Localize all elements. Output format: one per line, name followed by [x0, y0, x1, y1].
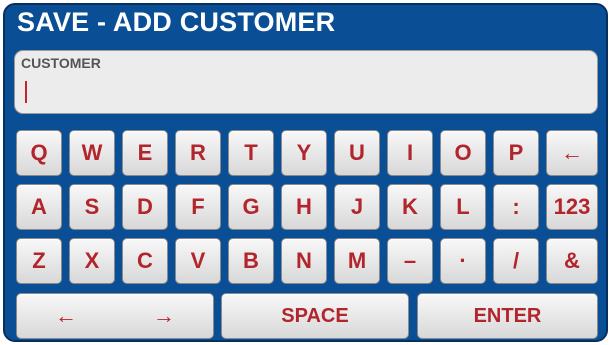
key-slash[interactable]: / — [493, 238, 539, 284]
key-b[interactable]: B — [228, 238, 274, 284]
key-q[interactable]: Q — [16, 130, 62, 176]
key-v[interactable]: V — [175, 238, 221, 284]
key-g[interactable]: G — [228, 184, 274, 230]
key-u[interactable]: U — [334, 130, 380, 176]
space-key[interactable]: SPACE — [221, 293, 409, 339]
key-colon[interactable]: : — [493, 184, 539, 230]
customer-input[interactable]: CUSTOMER — [14, 50, 598, 114]
key-k[interactable]: K — [387, 184, 433, 230]
key-l[interactable]: L — [440, 184, 486, 230]
cursor-right-button[interactable]: → — [153, 303, 175, 329]
key-z[interactable]: Z — [16, 238, 62, 284]
key-ampersand[interactable]: & — [546, 238, 598, 284]
enter-key[interactable]: ENTER — [417, 293, 598, 339]
key-period[interactable]: · — [440, 238, 486, 284]
dialog-title: SAVE - ADD CUSTOMER — [17, 7, 336, 37]
key-dash[interactable]: – — [387, 238, 433, 284]
key-h[interactable]: H — [281, 184, 327, 230]
text-caret — [25, 81, 27, 103]
key-w[interactable]: W — [69, 130, 115, 176]
key-o[interactable]: O — [440, 130, 486, 176]
keyboard-dialog: SAVE - ADD CUSTOMER CUSTOMER Q W E R T Y… — [3, 3, 608, 342]
customer-field-label: CUSTOMER — [21, 55, 101, 71]
key-f[interactable]: F — [175, 184, 221, 230]
key-p[interactable]: P — [493, 130, 539, 176]
key-e[interactable]: E — [122, 130, 168, 176]
numbers-toggle-key[interactable]: 123 — [546, 184, 598, 230]
key-s[interactable]: S — [69, 184, 115, 230]
key-d[interactable]: D — [122, 184, 168, 230]
backspace-key[interactable]: ← — [546, 130, 598, 176]
key-i[interactable]: I — [387, 130, 433, 176]
key-j[interactable]: J — [334, 184, 380, 230]
key-t[interactable]: T — [228, 130, 274, 176]
cursor-nav-key: ← → — [16, 293, 214, 339]
key-c[interactable]: C — [122, 238, 168, 284]
key-r[interactable]: R — [175, 130, 221, 176]
key-n[interactable]: N — [281, 238, 327, 284]
key-m[interactable]: M — [334, 238, 380, 284]
key-x[interactable]: X — [69, 238, 115, 284]
key-a[interactable]: A — [16, 184, 62, 230]
key-y[interactable]: Y — [281, 130, 327, 176]
cursor-left-button[interactable]: ← — [55, 303, 77, 329]
